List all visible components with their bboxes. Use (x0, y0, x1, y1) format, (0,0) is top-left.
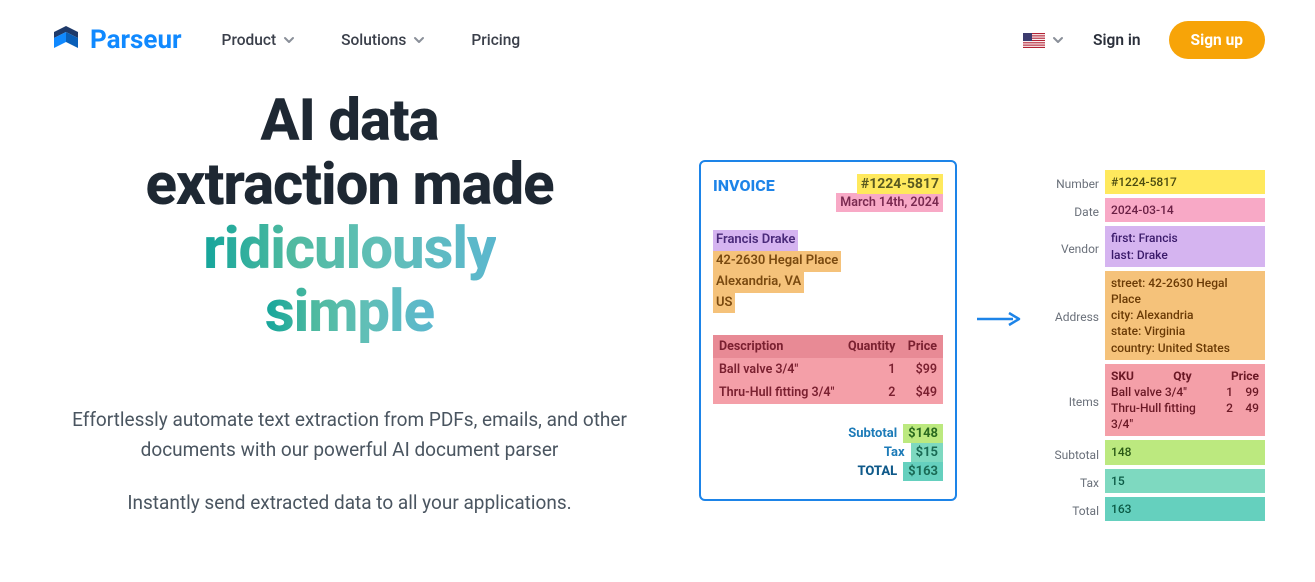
logo-icon (50, 24, 82, 56)
ex-vendor-value: first: Francis last: Drake (1105, 226, 1265, 266)
inv-cell: Ball valve 3/4" (713, 358, 842, 381)
ex-total-value: 163 (1105, 497, 1265, 521)
ex-items-head-qty: Qty (1173, 368, 1191, 384)
ex-number-value: #1224-5817 (1105, 170, 1265, 194)
ex-items-head-price: Price (1231, 368, 1259, 384)
ex-item-sku: Ball valve 3/4" (1111, 384, 1215, 400)
ex-vendor-label: Vendor (1039, 238, 1099, 256)
nav-label: Solutions (341, 31, 406, 49)
table-row: Thru-Hull fitting 3/4" 2 $49 (713, 381, 943, 404)
table-row: Ball valve 3/4" 1 $99 (713, 358, 943, 381)
invoice-totals: Subtotal $148 Tax $15 TOTAL $163 (713, 424, 943, 481)
ex-items-value: SKU Qty Price Ball valve 3/4" 1 99 Thru-… (1105, 364, 1265, 437)
ex-items-head-sku: SKU (1111, 368, 1134, 384)
hero-title-line: AI data (260, 87, 438, 155)
ex-subtotal-label: Subtotal (1039, 444, 1099, 462)
hero-title-line-gradient: ridiculously (203, 215, 495, 283)
ex-item-price: 49 (1233, 400, 1259, 432)
ex-item-qty: 1 (1215, 384, 1233, 400)
chevron-down-icon (282, 33, 296, 47)
ex-subtotal-value: 148 (1105, 440, 1265, 464)
ex-number-label: Number (1039, 173, 1099, 191)
signup-button[interactable]: Sign up (1169, 21, 1265, 59)
inv-cell: $49 (901, 381, 943, 404)
extracted-fields: Number #1224-5817 Date 2024-03-14 Vendor… (1039, 170, 1265, 521)
ex-address-value: street: 42-2630 Hegal Place city: Alexan… (1105, 271, 1265, 360)
hero-subtext-2: Instantly send extracted data to all you… (50, 488, 649, 517)
logo-text: Parseur (90, 25, 182, 55)
ex-addr-street: street: 42-2630 Hegal Place (1111, 275, 1259, 307)
nav-product[interactable]: Product (222, 31, 297, 49)
invoice-card: INVOICE #1224-5817 March 14th, 2024 Fran… (699, 160, 957, 501)
ex-addr-state: state: Virginia (1111, 323, 1259, 339)
invoice-addr-line: US (713, 293, 735, 314)
ex-item-sku: Thru-Hull fitting 3/4" (1111, 400, 1215, 432)
signin-link[interactable]: Sign in (1093, 31, 1141, 49)
hero-left: AI data extraction made ridiculously sim… (50, 90, 649, 521)
logo[interactable]: Parseur (50, 24, 182, 56)
hero-title-line: extraction made (145, 151, 553, 219)
chevron-down-icon (412, 33, 426, 47)
right-nav: Sign in Sign up (1023, 21, 1265, 59)
inv-cell: 1 (842, 358, 902, 381)
inv-cell: 2 (842, 381, 902, 404)
inv-subtotal-label: Subtotal (848, 426, 897, 441)
ex-items-row: Thru-Hull fitting 3/4" 2 49 (1111, 400, 1259, 432)
nav-items: Product Solutions Pricing (222, 31, 521, 49)
chevron-down-icon (1051, 33, 1065, 47)
inv-th-desc: Description (713, 335, 842, 358)
inv-total-label: TOTAL (857, 464, 897, 479)
top-nav: Parseur Product Solutions Pricing Sign i… (0, 0, 1315, 80)
invoice-addr-line: 42-2630 Hegal Place (713, 251, 841, 272)
hero-subtext: Effortlessly automate text extraction fr… (50, 405, 649, 464)
language-selector[interactable] (1023, 33, 1065, 48)
ex-total-label: Total (1039, 500, 1099, 518)
ex-tax-value: 15 (1105, 469, 1265, 493)
inv-th-qty: Quantity (842, 335, 902, 358)
inv-cell: Thru-Hull fitting 3/4" (713, 381, 842, 404)
ex-vendor-last: last: Drake (1111, 247, 1259, 263)
ex-item-qty: 2 (1215, 400, 1233, 432)
ex-item-price: 99 (1233, 384, 1259, 400)
hero: AI data extraction made ridiculously sim… (0, 90, 1315, 521)
nav-solutions[interactable]: Solutions (341, 31, 426, 49)
ex-address-label: Address (1039, 306, 1099, 324)
ex-date-label: Date (1039, 201, 1099, 219)
hero-title: AI data extraction made ridiculously sim… (50, 90, 649, 345)
ex-date-value: 2024-03-14 (1105, 198, 1265, 222)
invoice-addr-line: Alexandria, VA (713, 272, 804, 293)
flag-us-icon (1023, 33, 1045, 48)
ex-tax-label: Tax (1039, 472, 1099, 490)
invoice-title: INVOICE (713, 176, 775, 195)
inv-tax-value: $15 (911, 443, 943, 462)
ex-addr-city: city: Alexandria (1111, 307, 1259, 323)
inv-tax-label: Tax (884, 445, 905, 460)
inv-cell: $99 (901, 358, 943, 381)
invoice-id: #1224-5817 (857, 174, 943, 194)
nav-label: Pricing (471, 31, 520, 49)
nav-label: Product (222, 31, 277, 49)
arrow-right-icon (967, 310, 1029, 328)
nav-pricing[interactable]: Pricing (471, 31, 520, 49)
invoice-addr-name: Francis Drake (713, 230, 798, 251)
ex-addr-country: country: United States (1111, 340, 1259, 356)
inv-total-value: $163 (903, 462, 943, 481)
inv-subtotal-value: $148 (903, 424, 943, 443)
inv-th-price: Price (901, 335, 943, 358)
hero-illustration: INVOICE #1224-5817 March 14th, 2024 Fran… (649, 90, 1265, 521)
hero-title-line-gradient: simple (265, 278, 434, 346)
invoice-date: March 14th, 2024 (836, 193, 943, 212)
invoice-line-items: Description Quantity Price Ball valve 3/… (713, 335, 943, 404)
ex-items-row: Ball valve 3/4" 1 99 (1111, 384, 1259, 400)
ex-vendor-first: first: Francis (1111, 230, 1259, 246)
ex-items-label: Items (1039, 391, 1099, 409)
invoice-address: Francis Drake 42-2630 Hegal Place Alexan… (713, 230, 841, 313)
